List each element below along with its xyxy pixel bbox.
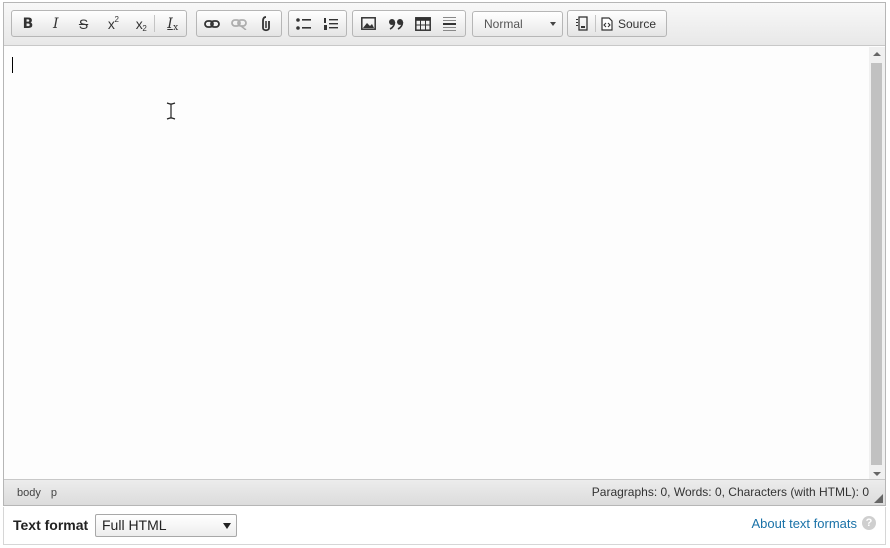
bold-glyph: B (22, 15, 34, 32)
numbered-list-button[interactable] (318, 12, 345, 35)
source-button[interactable]: Source (597, 12, 662, 35)
show-blocks-icon (576, 16, 588, 31)
text-format-selected: Full HTML (102, 517, 167, 533)
unlink-icon (231, 18, 247, 30)
remove-format-glyph: I (167, 15, 173, 32)
bulleted-list-icon (296, 17, 312, 30)
bulleted-list-button[interactable] (291, 12, 318, 35)
element-path: body p (16, 487, 58, 499)
show-blocks-button[interactable] (570, 12, 594, 35)
blockquote-button[interactable] (382, 12, 409, 35)
superscript-mark: 2 (114, 15, 119, 24)
text-format-bar: Text format Full HTML About text formats… (3, 507, 886, 545)
tools-group: Source (567, 10, 667, 37)
image-button[interactable] (355, 12, 382, 35)
editor-content-area[interactable] (4, 47, 870, 480)
editor-status-bar: body p Paragraphs: 0, Words: 0, Characte… (4, 479, 885, 505)
strike-glyph: S (78, 15, 89, 32)
table-button[interactable] (409, 12, 436, 35)
text-caret (12, 57, 13, 73)
insert-group (352, 10, 466, 37)
subscript-button[interactable]: x 2 (125, 12, 153, 35)
scrollbar-thumb[interactable] (871, 63, 882, 465)
editor-toolbar: B I S x 2 x 2 I x Normal Source (4, 3, 885, 46)
element-path-item[interactable]: p (50, 487, 58, 499)
link-icon (204, 19, 221, 28)
remove-format-mark: x (173, 23, 179, 33)
numbered-list-icon (323, 17, 338, 30)
image-icon (361, 17, 376, 30)
source-icon (601, 16, 613, 31)
help-icon[interactable]: ? (862, 516, 876, 530)
chevron-down-icon (223, 523, 231, 529)
resize-handle-icon[interactable] (874, 494, 883, 503)
italic-button[interactable]: I (42, 12, 70, 35)
link-button[interactable] (199, 12, 226, 35)
toolbar-separator (154, 15, 156, 32)
text-format-select[interactable]: Full HTML (95, 514, 237, 537)
element-path-item[interactable]: body (16, 487, 42, 499)
superscript-button[interactable]: x 2 (97, 12, 125, 35)
scroll-down-icon[interactable] (873, 472, 881, 476)
lists-group (288, 10, 347, 37)
anchor-icon (261, 15, 270, 31)
anchor-button[interactable] (252, 12, 279, 35)
about-text-formats-link[interactable]: About text formats (752, 516, 858, 531)
table-icon (414, 16, 431, 31)
chevron-down-icon (550, 22, 556, 26)
vertical-scrollbar[interactable] (869, 47, 885, 480)
horizontal-rule-icon (443, 17, 456, 31)
bold-button[interactable]: B (14, 12, 42, 35)
strikethrough-button[interactable]: S (70, 12, 98, 35)
unlink-button[interactable] (226, 12, 253, 35)
paragraph-format-value: Normal (484, 17, 523, 31)
ibeam-cursor-icon (166, 102, 176, 120)
horizontal-rule-button[interactable] (436, 12, 463, 35)
text-format-label: Text format (13, 517, 89, 533)
rich-text-editor: B I S x 2 x 2 I x Normal Source body p P… (3, 2, 886, 506)
source-label: Source (618, 16, 657, 31)
toolbar-separator (595, 15, 596, 32)
remove-format-button[interactable]: I x (156, 12, 184, 35)
scroll-up-icon[interactable] (873, 52, 881, 56)
word-count: Paragraphs: 0, Words: 0, Characters (wit… (591, 485, 869, 499)
italic-glyph: I (52, 15, 59, 32)
links-group (196, 10, 282, 37)
subscript-mark: 2 (142, 24, 147, 33)
paragraph-format-dropdown[interactable]: Normal (472, 11, 563, 37)
basic-styles-group: B I S x 2 x 2 I x (11, 10, 187, 37)
blockquote-icon (388, 18, 403, 30)
